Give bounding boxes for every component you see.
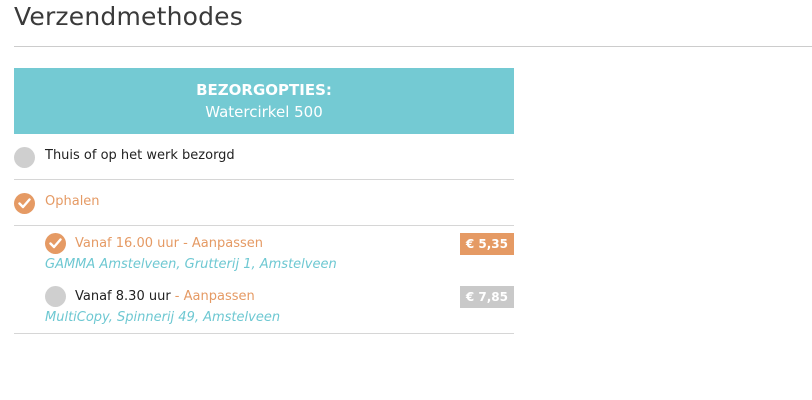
- option-pickup-label[interactable]: Ophalen: [45, 194, 100, 209]
- checkmark-icon: [18, 198, 31, 209]
- delivery-options-panel: BEZORGOPTIES: Watercirkel 500 Thuis of o…: [14, 68, 514, 334]
- pickup-slot-separator: -: [178, 236, 192, 251]
- edit-pickup-link[interactable]: Aanpassen: [192, 236, 263, 251]
- radio-checked-icon[interactable]: [14, 193, 35, 214]
- delivery-header: BEZORGOPTIES: Watercirkel 500: [14, 68, 514, 134]
- radio-checked-icon[interactable]: [45, 233, 66, 254]
- pickup-price-badge: € 7,85: [459, 286, 514, 308]
- pickup-slot-time: Vanaf 16.00 uur - Aanpassen: [75, 236, 263, 251]
- pickup-slot[interactable]: Vanaf 16.00 uur - Aanpassen € 5,35 GAMMA…: [45, 233, 514, 279]
- pickup-slots: Vanaf 16.00 uur - Aanpassen € 5,35 GAMMA…: [14, 226, 514, 334]
- pickup-slot[interactable]: Vanaf 8.30 uur - Aanpassen € 7,85 MultiC…: [45, 286, 514, 332]
- pickup-slot-time-text: Vanaf 16.00 uur: [75, 236, 179, 251]
- option-home-delivery[interactable]: Thuis of op het werk bezorgd: [14, 134, 514, 180]
- edit-pickup-link[interactable]: Aanpassen: [184, 289, 255, 304]
- checkmark-icon: [49, 238, 62, 249]
- pickup-slot-time-text: Vanaf 8.30 uur: [75, 289, 171, 304]
- pickup-price-badge: € 5,35: [459, 233, 514, 255]
- pickup-address: GAMMA Amstelveen, Grutterij 1, Amstelvee…: [45, 257, 337, 272]
- radio-unchecked-icon[interactable]: [14, 147, 35, 168]
- delivery-product-name: Watercirkel 500: [205, 103, 323, 121]
- radio-unchecked-icon[interactable]: [45, 286, 66, 307]
- option-pickup[interactable]: Ophalen: [14, 180, 514, 226]
- pickup-address: MultiCopy, Spinnerij 49, Amstelveen: [45, 310, 281, 325]
- delivery-header-label: BEZORGOPTIES:: [196, 81, 332, 99]
- page-title: Verzendmethodes: [14, 2, 243, 31]
- pickup-slot-time: Vanaf 8.30 uur - Aanpassen: [75, 289, 255, 304]
- title-divider: [14, 46, 812, 47]
- option-home-delivery-label[interactable]: Thuis of op het werk bezorgd: [45, 148, 235, 163]
- pickup-slot-separator: -: [170, 289, 184, 304]
